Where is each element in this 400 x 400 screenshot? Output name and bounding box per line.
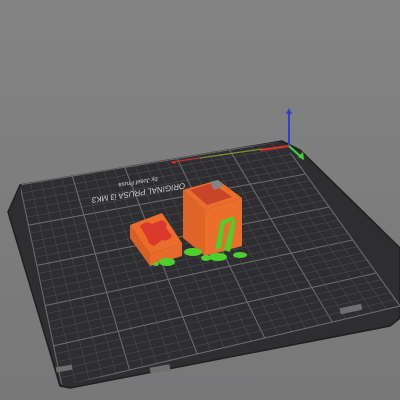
puzzle-block-support-1 bbox=[159, 258, 175, 266]
scene-canvas[interactable]: ORIGINAL PRUSA i3 MK3 by Josef Prusa bbox=[0, 0, 400, 400]
puzzle-block-support-2 bbox=[153, 262, 159, 266]
z-axis-arrow-icon bbox=[286, 108, 292, 114]
clip-holder-support-base-4 bbox=[201, 255, 211, 261]
print-bed[interactable]: ORIGINAL PRUSA i3 MK3 by Josef Prusa bbox=[7, 140, 400, 389]
3d-viewport[interactable]: ORIGINAL PRUSA i3 MK3 by Josef Prusa bbox=[0, 0, 400, 400]
clip-holder-support-base-2 bbox=[209, 253, 227, 261]
clip-holder-support-base-1 bbox=[184, 248, 202, 256]
clip-holder-support-base-3 bbox=[233, 252, 247, 258]
